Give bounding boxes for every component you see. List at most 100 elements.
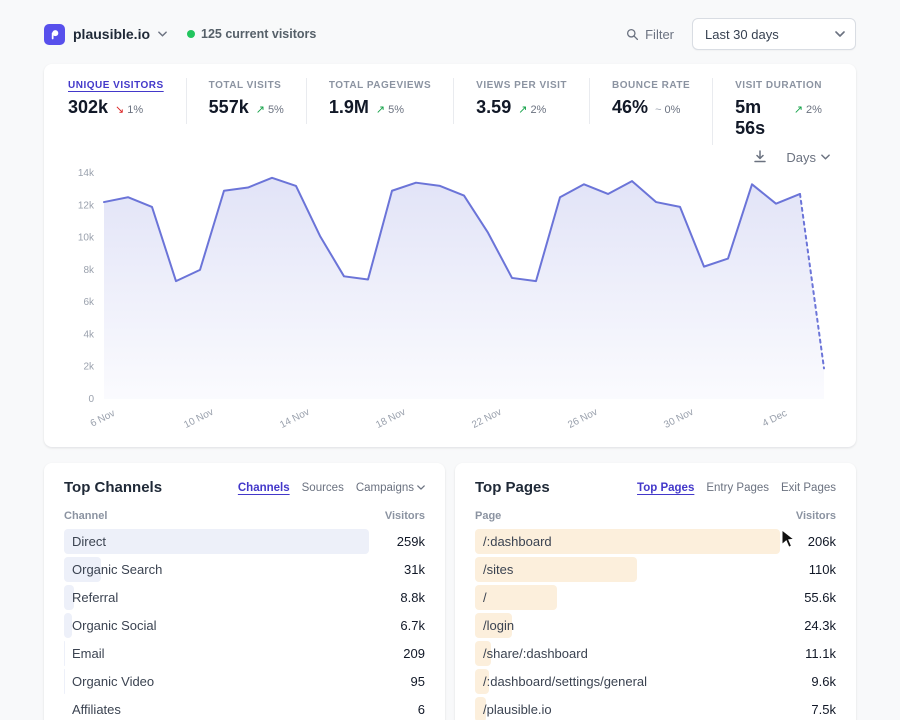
pages-tabs: Top Pages Entry Pages Exit Pages [637, 482, 836, 494]
y-axis-label: 6k [83, 297, 95, 308]
metric-delta: ↗2% [794, 103, 822, 116]
row-label: Email [64, 646, 105, 661]
stats-bar: UNIQUE VISITORS 302k ↘1% TOTAL VISITS557k↗5… [66, 78, 834, 145]
table-row[interactable]: Organic Social6.7k [64, 612, 425, 639]
row-label: /login [475, 618, 514, 633]
row-label: /:dashboard/settings/general [475, 674, 647, 689]
table-row[interactable]: /sites110k [475, 556, 836, 583]
y-axis-label: 12k [78, 200, 95, 211]
row-value: 110k [809, 562, 836, 577]
row-value: 6.7k [400, 618, 425, 633]
row-value: 24.3k [804, 618, 836, 633]
metric-total-visits[interactable]: TOTAL VISITS557k↗5% [186, 78, 306, 124]
chevron-down-icon [158, 31, 167, 37]
row-value: 209 [403, 646, 425, 661]
row-label: Direct [64, 534, 106, 549]
row-value: 206k [808, 534, 836, 549]
x-axis-label: 18 Nov [374, 407, 407, 431]
table-row[interactable]: Affiliates6 [64, 696, 425, 720]
metric-value: 46% [612, 97, 648, 118]
metric-label: VISIT DURATION [735, 80, 822, 91]
delta-up-icon: ↗ [518, 103, 527, 116]
row-label: /share/:dashboard [475, 646, 588, 661]
channels-tabs: Channels Sources Campaigns [238, 482, 425, 494]
main-graph-panel: UNIQUE VISITORS 302k ↘1% TOTAL VISITS557k↗5… [44, 64, 856, 447]
column-header-key: Channel [64, 510, 107, 522]
table-row[interactable]: Organic Search31k [64, 556, 425, 583]
date-range-select[interactable]: Last 30 days [692, 18, 856, 50]
metric-delta: ↗5% [376, 103, 404, 116]
tab-sources[interactable]: Sources [302, 482, 344, 494]
delta-up-icon: ↗ [256, 103, 265, 116]
metric-delta: ↘1% [115, 103, 143, 116]
metric-bounce-rate[interactable]: BOUNCE RATE46%~0% [589, 78, 712, 124]
x-axis-label: 26 Nov [566, 407, 599, 431]
tab-label: Channels [238, 482, 290, 494]
chevron-down-icon [835, 31, 845, 37]
plausible-dashboard: plausible.io 125 current visitors Filter… [0, 0, 900, 720]
filter-label: Filter [645, 27, 674, 42]
row-value: 7.5k [811, 702, 836, 717]
delta-down-icon: ↘ [115, 103, 124, 116]
visitors-chart: 02k4k6k8k10k12k14k6 Nov10 Nov14 Nov18 No… [66, 165, 834, 447]
live-dot-icon [187, 30, 195, 38]
table-row[interactable]: /:dashboard206k [475, 528, 836, 555]
site-switcher[interactable]: plausible.io [44, 24, 167, 45]
metric-value: 5m 56s [735, 97, 787, 139]
tab-label: Campaigns [356, 482, 414, 494]
tab-label: Exit Pages [781, 482, 836, 494]
current-visitors[interactable]: 125 current visitors [187, 27, 316, 41]
tab-channels[interactable]: Channels [238, 482, 290, 494]
table-row[interactable]: /share/:dashboard 11.1k [475, 640, 836, 667]
metric-value: 302k [68, 97, 108, 118]
metric-visit-duration[interactable]: VISIT DURATION 5m 56s ↗2% [712, 78, 844, 145]
y-axis-label: 4k [83, 329, 95, 340]
tab-campaigns[interactable]: Campaigns [356, 482, 425, 494]
table-row[interactable]: /login 24.3k [475, 612, 836, 639]
metric-unique-visitors[interactable]: UNIQUE VISITORS 302k ↘1% [66, 78, 186, 124]
table-row[interactable]: Organic Video 95 [64, 668, 425, 695]
table-row[interactable]: Direct259k [64, 528, 425, 555]
delta-percent: 0% [665, 104, 681, 116]
delta-up-icon: ↗ [794, 103, 803, 116]
metric-label: TOTAL PAGEVIEWS [329, 80, 431, 91]
table-row[interactable]: / 55.6k [475, 584, 836, 611]
column-header-value: Visitors [796, 510, 836, 522]
tab-entry-pages[interactable]: Entry Pages [706, 482, 769, 494]
delta-percent: 1% [127, 104, 143, 116]
x-axis-label: 10 Nov [182, 407, 215, 431]
row-value: 11.1k [805, 646, 836, 661]
row-label: / [475, 590, 487, 605]
metric-label: UNIQUE VISITORS [68, 80, 164, 91]
interval-dropdown[interactable]: Days [786, 150, 830, 165]
row-label: Organic Video [64, 674, 154, 689]
row-value: 95 [411, 674, 425, 689]
table-row[interactable]: /plausible.io7.5k [475, 696, 836, 720]
pages-table: /:dashboard206k/sites110k / 55.6k/login 24.… [475, 528, 836, 720]
panel-title: Top Pages [475, 479, 550, 496]
top-pages-panel: Top Pages Top Pages Entry Pages Exit Pages… [455, 463, 856, 720]
delta-percent: 5% [268, 104, 284, 116]
tab-exit-pages[interactable]: Exit Pages [781, 482, 836, 494]
tab-label: Entry Pages [706, 482, 769, 494]
table-row[interactable]: Email 209 [64, 640, 425, 667]
metric-delta: ~0% [655, 104, 680, 116]
x-axis-label: 6 Nov [89, 408, 117, 430]
chevron-down-icon [821, 154, 830, 160]
metric-views-per-visit[interactable]: VIEWS PER VISIT3.59↗2% [453, 78, 589, 124]
y-axis-label: 14k [78, 168, 95, 179]
y-axis-label: 2k [83, 362, 95, 373]
tab-label: Sources [302, 482, 344, 494]
chart-controls: Days [66, 145, 834, 165]
tab-top-pages[interactable]: Top Pages [637, 482, 694, 494]
search-icon [626, 28, 639, 41]
metric-delta: ↗5% [256, 103, 284, 116]
row-value: 55.6k [804, 590, 836, 605]
metric-label: VIEWS PER VISIT [476, 80, 567, 91]
filter-button[interactable]: Filter [626, 27, 674, 42]
download-icon[interactable] [752, 149, 768, 165]
table-row[interactable]: /:dashboard/settings/general9.6k [475, 668, 836, 695]
row-label: Affiliates [64, 702, 121, 717]
metric-total-pageviews[interactable]: TOTAL PAGEVIEWS1.9M↗5% [306, 78, 453, 124]
table-row[interactable]: Referral8.8k [64, 584, 425, 611]
